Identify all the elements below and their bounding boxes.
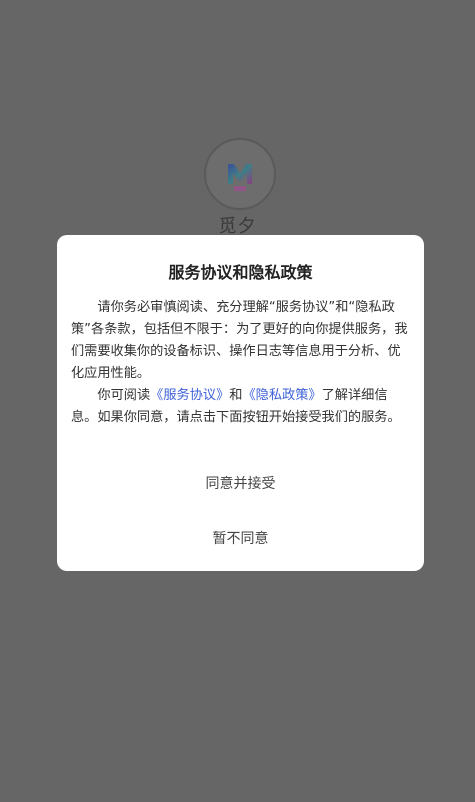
decline-button[interactable]: 暂不同意 [57, 527, 424, 549]
accept-button[interactable]: 同意并接受 [57, 472, 424, 494]
dialog-body: 请你务必审慎阅读、充分理解“服务协议”和“隐私政策”各条款，包括但不限于：为了更… [71, 297, 410, 429]
m-logo-icon [228, 164, 252, 191]
privacy-dialog: 服务协议和隐私政策 请你务必审慎阅读、充分理解“服务协议”和“隐私政策”各条款，… [57, 235, 424, 571]
dialog-title: 服务协议和隐私政策 [168, 263, 313, 282]
dialog-paragraph-1: 请你务必审慎阅读、充分理解“服务协议”和“隐私政策”各条款，包括但不限于：为了更… [71, 300, 408, 381]
paragraph-2-prefix: 你可阅读 [97, 388, 151, 403]
dialog-paragraph-2: 你可阅读《服务协议》和《隐私政策》了解详细信息。如果你同意，请点击下面按钮开始接… [71, 385, 410, 429]
paragraph-2-and: 和 [229, 388, 243, 403]
privacy-policy-link[interactable]: 《隐私政策》 [242, 388, 321, 403]
terms-of-service-link[interactable]: 《服务协议》 [150, 388, 229, 403]
app-logo [204, 138, 276, 210]
